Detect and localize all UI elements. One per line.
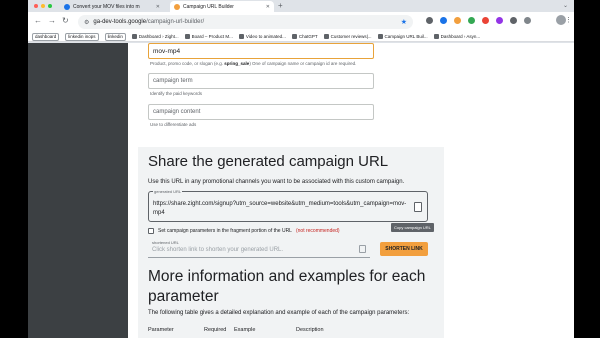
left-navigation-panel: [28, 43, 128, 338]
minimize-window-button[interactable]: [41, 4, 45, 8]
campaign-content-input[interactable]: campaign content: [148, 104, 374, 120]
bookmark-label: Board – Product M...: [191, 34, 233, 39]
bookmark-chip[interactable]: linkedin inops: [65, 32, 99, 41]
extension-icon[interactable]: [440, 17, 447, 24]
address-bar[interactable]: ⚙ ga-dev-tools.google /campaign-url-buil…: [78, 15, 413, 29]
shortened-url-label: shortened URL: [152, 240, 179, 245]
tab-convert-mov[interactable]: Convert your MOV files into m ✕: [60, 1, 164, 12]
tab-strip: Convert your MOV files into m ✕ Campaign…: [28, 0, 574, 12]
maximize-window-button[interactable]: [48, 4, 52, 8]
side-panel-icon[interactable]: [524, 17, 531, 24]
bookmark-label: Campaign URL Buil...: [384, 34, 428, 39]
bookmark-label: Customer reviews|...: [330, 34, 372, 39]
bookmark-label: ChatGPT: [298, 34, 318, 39]
bookmark-favicon-icon: [433, 34, 439, 39]
bookmark-favicon-icon: [323, 34, 329, 39]
url-host: ga-dev-tools.google: [93, 19, 147, 25]
tab-favicon-icon: [64, 3, 70, 10]
shortened-url-placeholder: Click shorten link to shorten your gener…: [152, 247, 284, 253]
bookmark-label: Dashboard › Asyn...: [440, 34, 481, 39]
bookmark-item[interactable]: Dashboard › Asyn...: [433, 34, 481, 39]
bookmark-star-icon[interactable]: ★: [401, 18, 407, 26]
column-header: Parameter: [148, 327, 174, 333]
bookmark-chip[interactable]: linkedin: [104, 32, 126, 41]
bookmark-favicon-icon: [238, 34, 244, 39]
tab-title: Convert your MOV files into m: [73, 3, 140, 10]
window-controls: [34, 4, 52, 8]
close-window-button[interactable]: [34, 4, 38, 8]
bookmark-chip[interactable]: dashboard: [32, 32, 60, 41]
tab-title: Campaign URL Builder: [183, 3, 234, 10]
bookmark-item[interactable]: Customer reviews|...: [323, 34, 372, 39]
copy-short-url-icon[interactable]: [359, 245, 366, 253]
tab-favicon-icon: [174, 3, 180, 10]
bookmark-item[interactable]: ChatGPT: [291, 34, 318, 39]
copy-tooltip: Copy campaign URL: [391, 223, 434, 232]
main-content: mov-mp4 Product, promo code, or slogan (…: [128, 43, 574, 338]
bookmark-item[interactable]: Board – Product M...: [184, 34, 233, 39]
extensions-puzzle-icon[interactable]: [510, 17, 517, 24]
not-recommended-text: (not recommended): [295, 228, 340, 234]
campaign-name-input[interactable]: mov-mp4: [148, 43, 374, 59]
generated-url-value[interactable]: https://share.zight.com/signup?utm_sourc…: [153, 200, 411, 218]
bookmark-favicon-icon: [131, 34, 137, 39]
hint-text: ) One of campaign name or campaign id ar…: [249, 61, 357, 66]
copy-icon[interactable]: [414, 202, 422, 212]
extension-icon[interactable]: [496, 17, 503, 24]
browser-toolbar: ← → ↻ ⚙ ga-dev-tools.google /campaign-ur…: [28, 12, 574, 32]
fragment-checkbox[interactable]: [148, 228, 154, 234]
bookmark-label: Video to animated...: [245, 34, 286, 39]
extension-icon[interactable]: [468, 17, 475, 24]
campaign-term-input[interactable]: campaign term: [148, 73, 374, 89]
parameters-table-header: Parameter Required Example Description: [148, 327, 356, 333]
column-header: Description: [296, 327, 324, 333]
site-info-icon[interactable]: ⚙: [84, 19, 89, 26]
column-header: Example: [234, 327, 256, 333]
shorten-link-button[interactable]: SHORTEN LINK: [380, 242, 428, 256]
bookmarks-bar: dashboard linkedin inops linkedin Dashbo…: [28, 32, 574, 42]
campaign-content-hint: Use to differentiate ads: [150, 122, 197, 127]
more-menu-icon[interactable]: ⋮: [565, 16, 572, 24]
bookmark-favicon-icon: [184, 34, 190, 39]
reload-icon[interactable]: ↻: [62, 17, 69, 25]
tab-search-chevron-icon[interactable]: ⌄: [563, 2, 568, 9]
bookmark-label: Dashboard › Zight...: [138, 34, 179, 39]
more-info-description: The following table gives a detailed exp…: [148, 310, 410, 316]
bookmark-favicon-icon: [377, 34, 383, 39]
tab-campaign-url-builder[interactable]: Campaign URL Builder ✕: [170, 1, 274, 12]
extension-icon[interactable]: [482, 17, 489, 24]
hint-example: spring_sale: [224, 61, 250, 66]
bookmark-item[interactable]: Dashboard › Zight...: [131, 34, 179, 39]
generated-url-field[interactable]: generated URL https://share.zight.com/si…: [148, 189, 428, 222]
fragment-checkbox-row[interactable]: Set campaign parameters in the fragment …: [148, 228, 340, 234]
new-tab-button[interactable]: +: [278, 1, 283, 10]
forward-arrow-icon[interactable]: →: [48, 17, 56, 25]
share-section-title: Share the generated campaign URL: [148, 153, 389, 170]
bookmark-favicon-icon: [291, 34, 297, 39]
back-arrow-icon[interactable]: ←: [34, 17, 42, 25]
close-tab-icon[interactable]: ✕: [266, 4, 270, 10]
shortened-url-field[interactable]: shortened URL Click shorten link to shor…: [148, 240, 370, 258]
share-description: Use this URL in any promotional channels…: [148, 179, 405, 185]
generated-url-label: generated URL: [153, 189, 183, 194]
bookmark-item[interactable]: Video to animated...: [238, 34, 286, 39]
web-page: mov-mp4 Product, promo code, or slogan (…: [28, 43, 574, 338]
bookmark-item[interactable]: Campaign URL Buil...: [377, 34, 428, 39]
fragment-checkbox-label: Set campaign parameters in the fragment …: [158, 228, 292, 234]
close-tab-icon[interactable]: ✕: [156, 4, 160, 10]
browser-window: Convert your MOV files into m ✕ Campaign…: [28, 0, 574, 338]
extension-icon[interactable]: [454, 17, 461, 24]
extension-icon[interactable]: [426, 17, 433, 24]
more-info-title: More information and examples for each p…: [148, 268, 426, 305]
hint-text: Product, promo code, or slogan (e.g.: [150, 61, 225, 66]
campaign-term-hint: Identify the paid keywords: [150, 91, 203, 96]
campaign-name-hint: Product, promo code, or slogan (e.g. spr…: [150, 61, 356, 66]
url-path: /campaign-url-builder/: [146, 19, 205, 25]
column-header: Required: [204, 327, 227, 333]
